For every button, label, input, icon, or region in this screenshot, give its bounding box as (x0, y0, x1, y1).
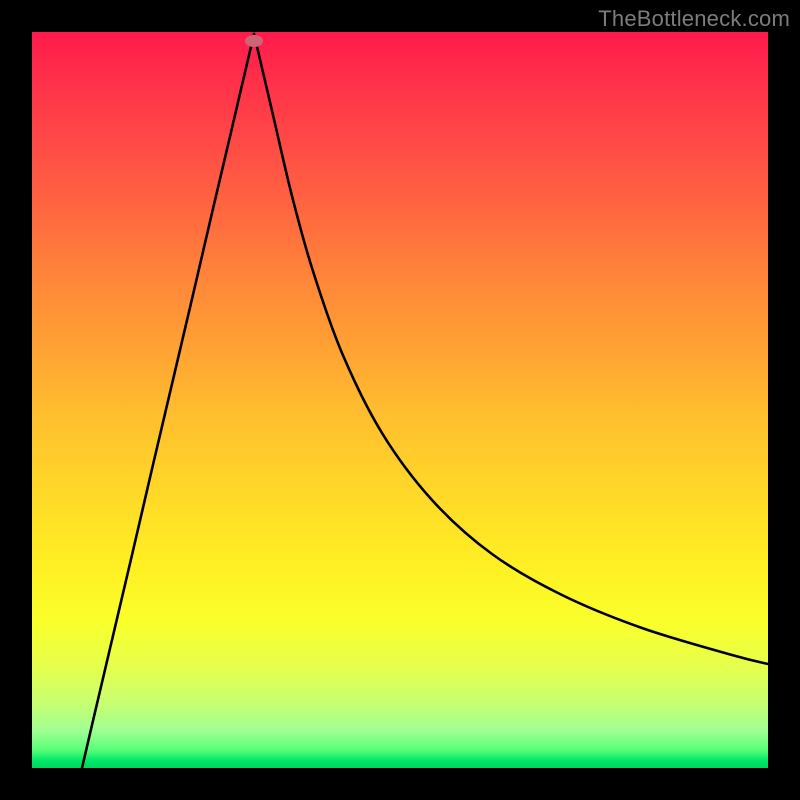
min-marker (245, 35, 263, 47)
plot-area (32, 32, 768, 768)
bottleneck-right-curve (254, 34, 768, 664)
watermark-text: TheBottleneck.com (598, 6, 790, 32)
curve-layer (32, 32, 768, 768)
chart-frame: TheBottleneck.com (0, 0, 800, 800)
bottleneck-left-line (82, 34, 254, 768)
